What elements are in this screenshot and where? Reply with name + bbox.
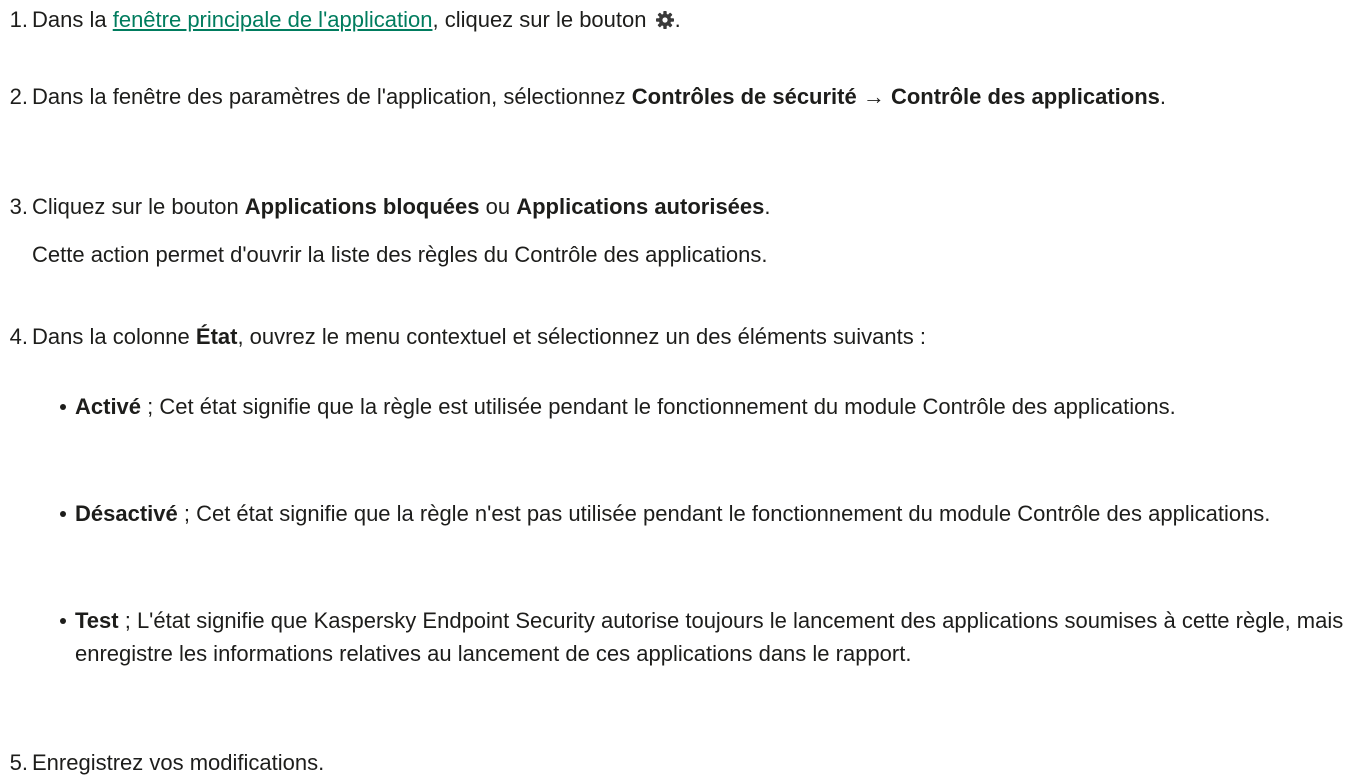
step-text: Dans la <box>32 7 113 32</box>
blocked-apps-label: Applications bloquées <box>244 194 480 219</box>
bullet-dot <box>60 511 66 517</box>
state-description: ; L'état signifie que Kaspersky Endpoint… <box>75 608 1344 666</box>
step-number: 2. <box>9 84 28 109</box>
instructions-document: 1. Dans la fenêtre principale de l'applic… <box>0 0 1368 780</box>
step-2: 2. Dans la fenêtre des paramètres de l'ap… <box>0 80 1352 113</box>
state-term: Activé <box>75 394 142 419</box>
step-text: , ouvrez le menu contextuel et sélection… <box>237 324 926 349</box>
step-text: . <box>1159 84 1167 109</box>
state-term: Désactivé <box>75 501 178 526</box>
allowed-apps-label: Applications autorisées <box>516 194 765 219</box>
gear-icon <box>655 6 675 29</box>
step-text: Dans la fenêtre des paramètres de l'appl… <box>32 84 632 109</box>
main-window-link[interactable]: fenêtre principale de l'application <box>113 7 433 32</box>
step-number: 3. <box>9 194 28 219</box>
status-column-label: État <box>195 324 238 349</box>
step-text: , cliquez sur le bouton <box>432 7 653 32</box>
step-5: 5. Enregistrez vos modifications. <box>0 746 1330 779</box>
state-description: ; Cet état signifie que la règle est uti… <box>141 394 1176 419</box>
list-item-disabled: Désactivé ; Cet état signifie que la règ… <box>60 497 1365 530</box>
step-4: 4. Dans la colonne État, ouvrez le menu c… <box>0 320 1330 353</box>
step-text: . <box>674 7 681 32</box>
list-item-test: Test ; L'état signifie que Kaspersky End… <box>60 604 1365 670</box>
step-text: Dans la colonne <box>32 324 196 349</box>
list-item-active: Activé ; Cet état signifie que la règle … <box>60 390 1365 423</box>
bullet-dot <box>60 618 66 624</box>
step-number: 4. <box>9 324 28 349</box>
bullet-dot <box>60 404 66 410</box>
step-text: . <box>764 194 771 219</box>
step-text: ou <box>479 194 517 219</box>
state-term: Test <box>75 608 119 633</box>
step-number: 1. <box>9 7 28 32</box>
step-1: 1. Dans la fenêtre principale de l'applic… <box>0 3 1330 36</box>
step-number: 5. <box>9 750 28 775</box>
menu-path: Contrôles de sécurité → Contrôle des app… <box>631 84 1160 109</box>
step-text: Cliquez sur le bouton <box>32 194 245 219</box>
step-text: Enregistrez vos modifications. <box>32 750 325 775</box>
state-description: ; Cet état signifie que la règle n'est p… <box>177 501 1271 526</box>
step-3: 3. Cliquez sur le bouton Applications blo… <box>0 190 1330 223</box>
step-3-note: Cette action permet d'ouvrir la liste de… <box>32 242 768 267</box>
